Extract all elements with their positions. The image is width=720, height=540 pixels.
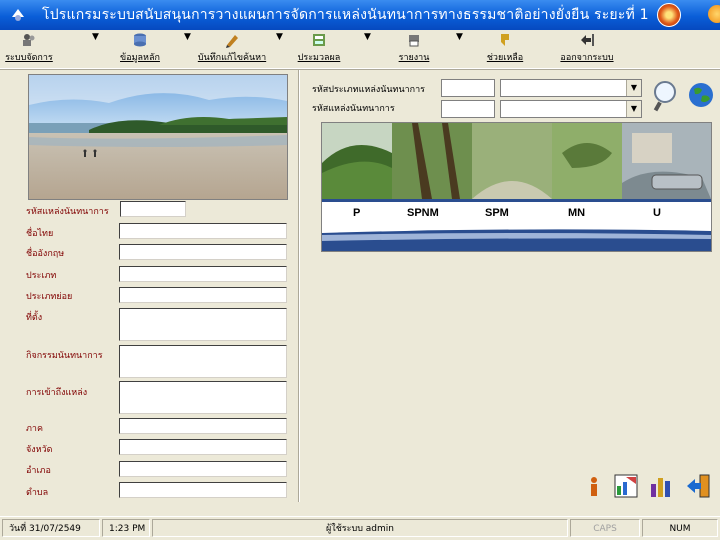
zoom-report-button[interactable] bbox=[612, 472, 640, 500]
field-label-thai-name: ชื่อไทย bbox=[26, 229, 54, 239]
field-label-site-code: รหัสแหล่งนันทนาการ bbox=[26, 207, 109, 217]
province-input[interactable] bbox=[119, 439, 287, 455]
field-label-district: อำเภอ bbox=[26, 466, 51, 476]
search-icon bbox=[653, 81, 676, 112]
arrow-exit-icon bbox=[687, 474, 710, 498]
type-code-label: รหัสประเภทแหล่งนันทนาการ bbox=[312, 85, 426, 95]
subdistrict-input[interactable] bbox=[119, 482, 287, 498]
menu-label: บันทึกแก้ไขค้นหา bbox=[197, 53, 267, 63]
exit-button[interactable] bbox=[684, 472, 712, 500]
location-input[interactable] bbox=[119, 308, 287, 341]
menu-label: รายงาน bbox=[398, 53, 430, 63]
report-icon bbox=[409, 35, 419, 47]
info-icon bbox=[591, 477, 597, 496]
type-name-combo[interactable]: ▼ bbox=[500, 79, 642, 97]
label-p: P bbox=[353, 207, 361, 219]
exit-icon bbox=[581, 34, 594, 46]
menu-help[interactable]: ช่วยเหลือ bbox=[484, 32, 526, 66]
landscape-collage-image bbox=[322, 123, 711, 199]
menu-record-edit-search[interactable]: บันทึกแก้ไขค้นหา bbox=[192, 32, 272, 66]
site-code-search-input[interactable] bbox=[441, 100, 495, 118]
help-icon bbox=[501, 34, 509, 46]
dropdown-arrow-icon[interactable]: ▼ bbox=[184, 32, 191, 66]
menu-system-management[interactable]: ระบบจัดการ bbox=[4, 32, 54, 66]
beach-photo bbox=[28, 74, 288, 200]
field-label-subtype: ประเภทย่อย bbox=[26, 292, 73, 302]
panel-divider bbox=[298, 70, 299, 502]
database-icon bbox=[134, 33, 146, 47]
field-label-activities: กิจกรรมนันทนาการ bbox=[26, 351, 103, 361]
main-toolbar: ระบบจัดการ ▼ ข้อมูลหลัก ▼ บันทึกแก้ไขค้น… bbox=[0, 30, 720, 69]
globe-button[interactable] bbox=[686, 80, 720, 114]
status-user: ผู้ใช้ระบบ admin bbox=[152, 519, 568, 537]
region-input[interactable] bbox=[119, 418, 287, 434]
type-code-input[interactable] bbox=[441, 79, 495, 97]
site-name-combo[interactable]: ▼ bbox=[500, 100, 642, 118]
banner-divider bbox=[322, 199, 711, 202]
search-button[interactable] bbox=[648, 78, 682, 112]
chart-button[interactable] bbox=[648, 472, 676, 500]
bar-chart-icon bbox=[651, 478, 670, 497]
district-input[interactable] bbox=[119, 461, 287, 477]
status-num: NUM bbox=[642, 519, 718, 537]
access-input[interactable] bbox=[119, 381, 287, 414]
menu-report[interactable]: รายงาน bbox=[394, 32, 434, 66]
field-label-region: ภาค bbox=[26, 424, 44, 434]
type-input[interactable] bbox=[119, 266, 287, 282]
site-code-input[interactable] bbox=[120, 201, 186, 217]
zoom-report-icon bbox=[614, 474, 638, 498]
field-label-province: จังหวัด bbox=[26, 445, 53, 455]
site-code-search-label: รหัสแหล่งนันทนาการ bbox=[312, 104, 395, 114]
menu-label: ข้อมูลหลัก bbox=[120, 53, 160, 63]
status-time: 1:23 PM bbox=[102, 519, 150, 537]
menu-label: ออกจากระบบ bbox=[560, 53, 614, 63]
dropdown-arrow-icon[interactable]: ▼ bbox=[92, 32, 99, 66]
field-label-subdistrict: ตำบล bbox=[26, 488, 49, 498]
menu-process[interactable]: ประมวลผล bbox=[296, 32, 342, 66]
field-label-english-name: ชื่ออังกฤษ bbox=[26, 249, 65, 259]
people-icon bbox=[23, 34, 35, 46]
field-label-access: การเข้าถึงแหล่ง bbox=[26, 388, 88, 398]
field-label-type: ประเภท bbox=[26, 271, 57, 281]
window-control-button[interactable] bbox=[708, 5, 720, 23]
banner-swoosh bbox=[322, 229, 711, 251]
menu-label: ประมวลผล bbox=[297, 53, 341, 63]
title-bar: โปรแกรมระบบสนับสนุนการวางแผนการจัดการแหล… bbox=[0, 0, 720, 30]
recreation-spectrum-banner: P SPNM SPM MN U bbox=[321, 122, 712, 252]
dropdown-arrow-icon[interactable]: ▼ bbox=[456, 32, 463, 66]
edit-icon bbox=[226, 35, 238, 48]
status-bar: วันที่ 31/07/2549 1:23 PM ผู้ใช้ระบบ adm… bbox=[0, 516, 720, 540]
dropdown-arrow-icon[interactable]: ▼ bbox=[364, 32, 371, 66]
menu-exit[interactable]: ออกจากระบบ bbox=[558, 32, 616, 66]
label-spm: SPM bbox=[485, 207, 509, 219]
status-date: วันที่ 31/07/2549 bbox=[2, 519, 100, 537]
globe-icon bbox=[689, 83, 713, 107]
emblem-logo bbox=[656, 3, 681, 27]
menu-master-data[interactable]: ข้อมูลหลัก bbox=[112, 32, 168, 66]
label-mn: MN bbox=[568, 207, 586, 219]
subtype-input[interactable] bbox=[119, 287, 287, 303]
status-caps: CAPS bbox=[570, 519, 640, 537]
chevron-down-icon[interactable]: ▼ bbox=[626, 80, 641, 96]
window-title: โปรแกรมระบบสนับสนุนการวางแผนการจัดการแหล… bbox=[42, 7, 649, 23]
app-icon bbox=[12, 9, 24, 21]
label-u: U bbox=[653, 207, 661, 219]
english-name-input[interactable] bbox=[119, 244, 287, 260]
chevron-down-icon[interactable]: ▼ bbox=[626, 101, 641, 117]
label-spnm: SPNM bbox=[407, 207, 439, 219]
process-icon bbox=[313, 34, 325, 46]
dropdown-arrow-icon[interactable]: ▼ bbox=[276, 32, 283, 66]
activities-input[interactable] bbox=[119, 345, 287, 378]
beach-image bbox=[29, 75, 287, 199]
thai-name-input[interactable] bbox=[119, 223, 287, 239]
field-label-location: ที่ตั้ง bbox=[26, 313, 43, 323]
info-button[interactable] bbox=[580, 472, 608, 500]
menu-label: ช่วยเหลือ bbox=[486, 53, 524, 63]
menu-label: ระบบจัดการ bbox=[5, 53, 53, 63]
